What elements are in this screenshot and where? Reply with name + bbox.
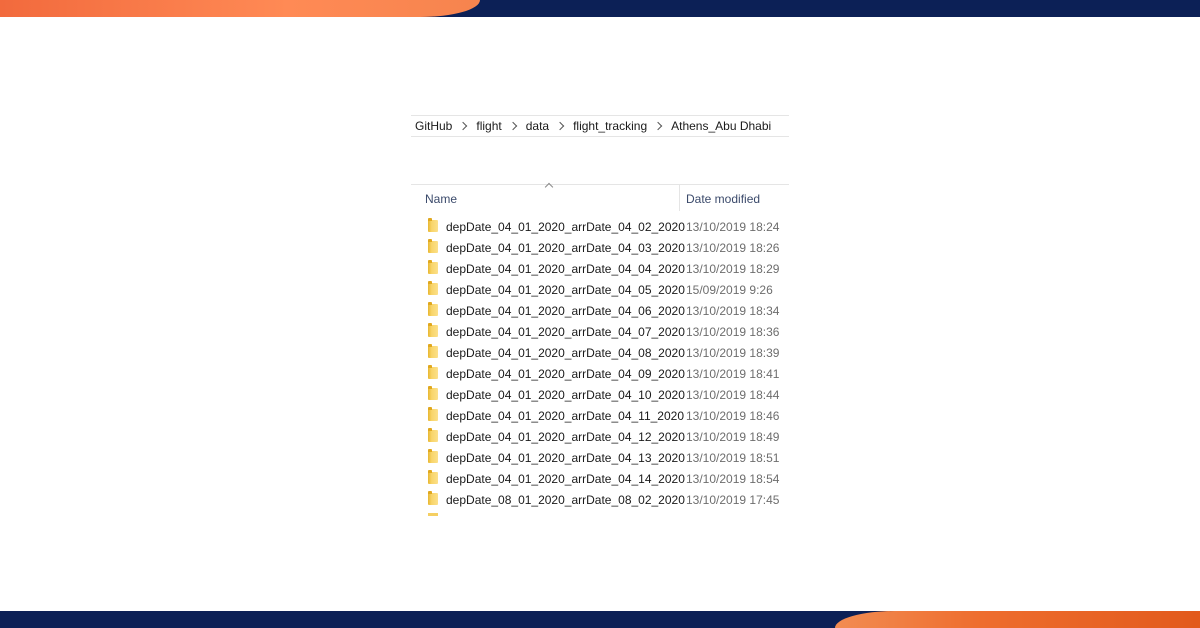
file-date-modified: 13/10/2019 18:44 bbox=[686, 388, 780, 402]
file-row[interactable]: depDate_04_01_2020_arrDate_04_06_2020 13/… bbox=[411, 300, 789, 321]
file-date-modified: 13/10/2019 18:51 bbox=[686, 451, 780, 465]
file-name: depDate_04_01_2020_arrDate_04_07_2020 bbox=[446, 325, 685, 339]
folder-icon bbox=[428, 281, 438, 295]
folder-icon bbox=[428, 513, 438, 516]
file-date-modified: 13/10/2019 18:49 bbox=[686, 430, 780, 444]
file-name: depDate_04_01_2020_arrDate_04_06_2020 bbox=[446, 304, 685, 318]
file-row[interactable]: depDate_04_01_2020_arrDate_04_05_2020 15/… bbox=[411, 279, 789, 300]
chevron-right-icon[interactable] bbox=[508, 121, 517, 131]
folder-icon bbox=[428, 491, 438, 505]
column-divider[interactable] bbox=[679, 185, 680, 211]
folder-icon bbox=[428, 407, 438, 421]
file-name: depDate_04_01_2020_arrDate_04_12_2020 bbox=[446, 430, 685, 444]
folder-icon bbox=[428, 449, 438, 463]
top-orange-accent bbox=[0, 0, 480, 17]
file-row[interactable]: depDate_04_01_2020_arrDate_04_12_2020 13/… bbox=[411, 426, 789, 447]
file-row[interactable]: depDate_04_01_2020_arrDate_04_07_2020 13/… bbox=[411, 321, 789, 342]
file-date-modified: 13/10/2019 18:24 bbox=[686, 220, 780, 234]
folder-icon bbox=[428, 428, 438, 442]
file-row[interactable]: depDate_04_01_2020_arrDate_04_03_2020 13/… bbox=[411, 237, 789, 258]
chevron-right-icon[interactable] bbox=[459, 121, 468, 131]
file-date-modified: 13/10/2019 18:41 bbox=[686, 367, 780, 381]
folder-icon bbox=[428, 218, 438, 232]
file-name: depDate_04_01_2020_arrDate_04_04_2020 bbox=[446, 262, 685, 276]
breadcrumb-item[interactable]: flight bbox=[476, 119, 501, 133]
bottom-orange-accent bbox=[835, 611, 1200, 628]
file-row[interactable]: depDate_04_01_2020_arrDate_04_04_2020 13/… bbox=[411, 258, 789, 279]
file-row[interactable]: depDate_04_01_2020_arrDate_04_13_2020 13/… bbox=[411, 447, 789, 468]
file-name: depDate_04_01_2020_arrDate_04_14_2020 bbox=[446, 472, 685, 486]
top-decorative-band bbox=[0, 0, 1200, 17]
file-row[interactable]: depDate_04_01_2020_arrDate_04_02_2020 13/… bbox=[411, 216, 789, 237]
file-row[interactable]: depDate_04_01_2020_arrDate_04_14_2020 13/… bbox=[411, 468, 789, 489]
file-name: depDate_04_01_2020_arrDate_04_10_2020 bbox=[446, 388, 685, 402]
file-row[interactable]: depDate_04_01_2020_arrDate_04_11_2020 13/… bbox=[411, 405, 789, 426]
file-date-modified: 13/10/2019 18:29 bbox=[686, 262, 780, 276]
sort-ascending-icon[interactable] bbox=[544, 182, 554, 192]
file-name: depDate_04_01_2020_arrDate_04_11_2020 bbox=[446, 409, 684, 423]
file-row[interactable]: depDate_08_01_2020_arrDate_08_02_2020 13/… bbox=[411, 489, 789, 510]
bottom-decorative-band bbox=[0, 611, 1200, 628]
file-name: depDate_04_01_2020_arrDate_04_02_2020 bbox=[446, 220, 685, 234]
folder-icon bbox=[428, 260, 438, 274]
file-date-modified: 13/10/2019 18:46 bbox=[686, 409, 780, 423]
folder-icon bbox=[428, 323, 438, 337]
column-header-date-modified[interactable]: Date modified bbox=[686, 192, 760, 206]
breadcrumb-item[interactable]: flight_tracking bbox=[573, 119, 647, 133]
file-row[interactable]: depDate_04_01_2020_arrDate_04_09_2020 13/… bbox=[411, 363, 789, 384]
folder-icon bbox=[428, 344, 438, 358]
file-row[interactable]: depDate_04_01_2020_arrDate_04_10_2020 13/… bbox=[411, 384, 789, 405]
file-date-modified: 13/10/2019 17:45 bbox=[686, 493, 780, 507]
file-name: depDate_04_01_2020_arrDate_04_05_2020 bbox=[446, 283, 685, 297]
breadcrumb-item[interactable]: Athens_Abu Dhabi bbox=[671, 119, 771, 133]
file-row[interactable]: depDate_04_01_2020_arrDate_04_08_2020 13/… bbox=[411, 342, 789, 363]
folder-icon bbox=[428, 365, 438, 379]
chevron-right-icon[interactable] bbox=[555, 121, 565, 131]
file-date-modified: 13/10/2019 18:54 bbox=[686, 472, 780, 486]
breadcrumb: GitHub flight data flight_tracking Athens_Ab… bbox=[411, 115, 789, 137]
column-header: Name Date modified bbox=[411, 182, 789, 211]
file-name: depDate_08_01_2020_arrDate_08_02_2020 bbox=[446, 493, 685, 507]
folder-icon bbox=[428, 470, 438, 484]
folder-icon bbox=[428, 239, 438, 253]
file-date-modified: 15/09/2019 9:26 bbox=[686, 283, 773, 297]
file-name: depDate_04_01_2020_arrDate_04_03_2020 bbox=[446, 241, 685, 255]
file-date-modified: 13/10/2019 18:39 bbox=[686, 346, 780, 360]
column-header-name[interactable]: Name bbox=[425, 192, 457, 206]
file-name: depDate_04_01_2020_arrDate_04_08_2020 bbox=[446, 346, 685, 360]
chevron-right-icon[interactable] bbox=[653, 121, 663, 131]
file-date-modified: 13/10/2019 18:36 bbox=[686, 325, 780, 339]
folder-icon bbox=[428, 302, 438, 316]
file-list: depDate_04_01_2020_arrDate_04_02_2020 13/… bbox=[411, 216, 789, 510]
breadcrumb-item[interactable]: data bbox=[526, 119, 549, 133]
breadcrumb-item[interactable]: GitHub bbox=[415, 119, 452, 133]
file-date-modified: 13/10/2019 18:26 bbox=[686, 241, 780, 255]
file-name: depDate_04_01_2020_arrDate_04_13_2020 bbox=[446, 451, 685, 465]
folder-icon bbox=[428, 386, 438, 400]
file-name: depDate_04_01_2020_arrDate_04_09_2020 bbox=[446, 367, 685, 381]
file-date-modified: 13/10/2019 18:34 bbox=[686, 304, 780, 318]
